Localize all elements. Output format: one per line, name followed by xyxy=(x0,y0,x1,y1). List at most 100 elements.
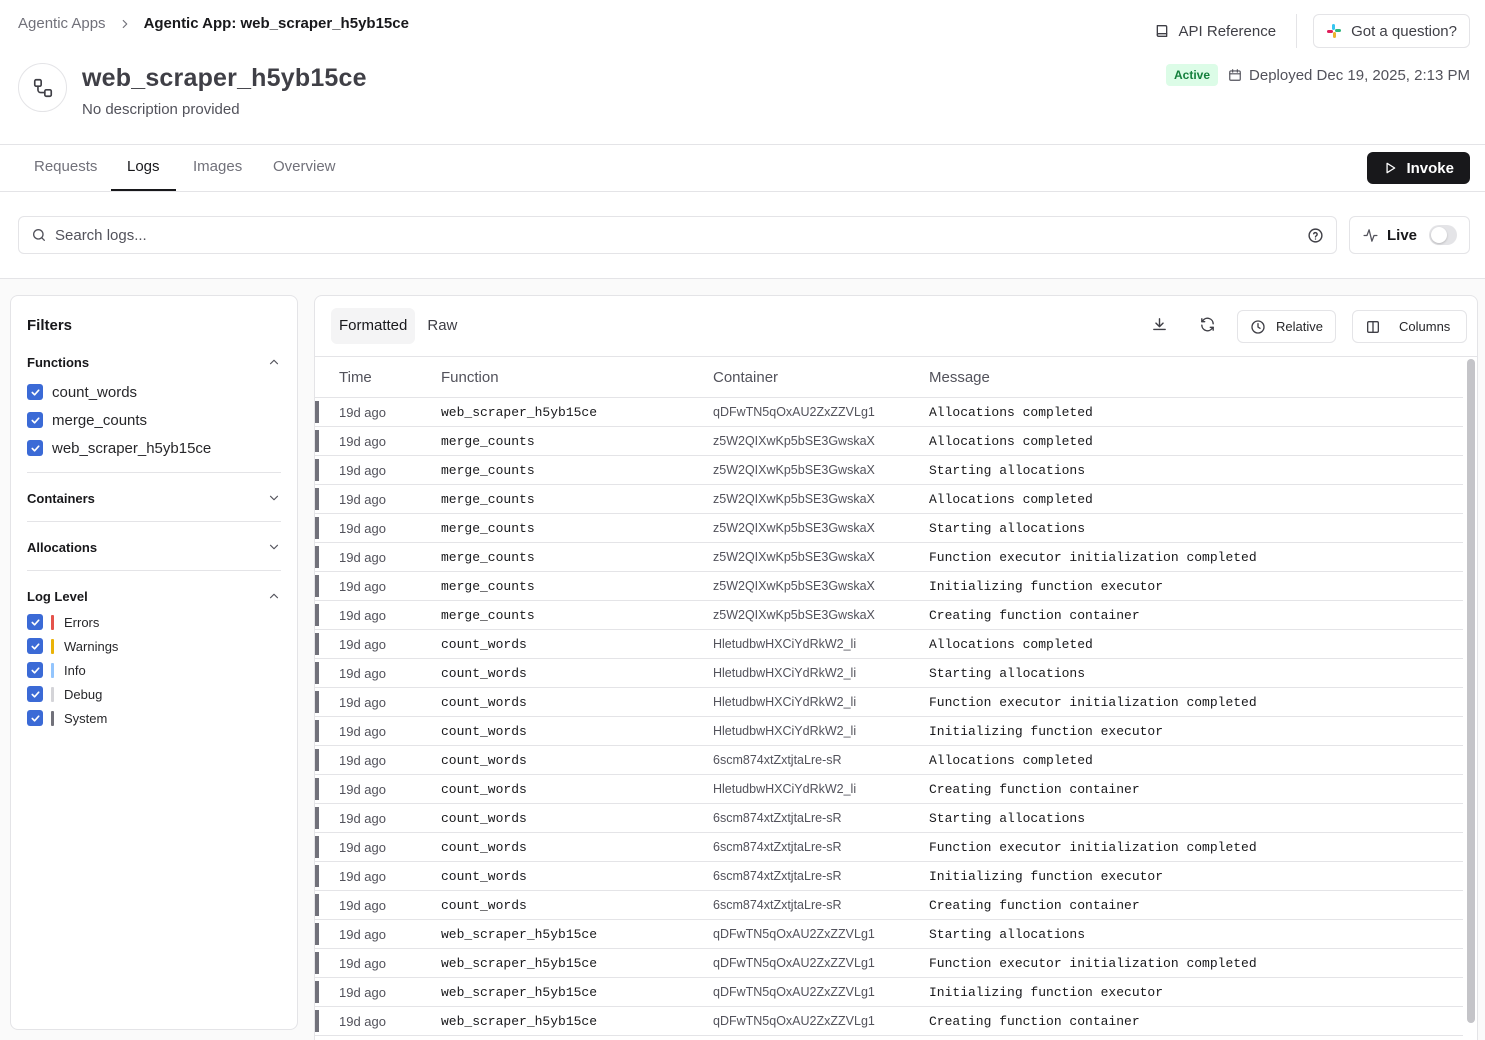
chevron-up-icon xyxy=(267,589,281,603)
log-message: Initializing function executor xyxy=(929,579,1164,594)
log-level-filter-item[interactable]: Info xyxy=(27,658,281,682)
checkbox-checked[interactable] xyxy=(27,686,43,702)
containers-section-header[interactable]: Containers xyxy=(27,488,281,508)
log-level-indicator xyxy=(315,691,319,713)
allocations-section-header[interactable]: Allocations xyxy=(27,537,281,557)
log-level-filter-item[interactable]: Debug xyxy=(27,682,281,706)
tab-logs[interactable]: Logs xyxy=(111,145,176,191)
relative-time-button[interactable]: Relative xyxy=(1237,310,1336,343)
checkbox-checked[interactable] xyxy=(27,638,43,654)
log-level-indicator xyxy=(315,662,319,684)
log-row[interactable]: 19d ago count_words HletudbwHXCiYdRkW2_li I… xyxy=(315,717,1463,746)
log-message: Initializing function executor xyxy=(929,724,1164,739)
refresh-icon[interactable] xyxy=(1199,316,1216,333)
log-message: Starting allocations xyxy=(929,927,1086,942)
log-function: count_words xyxy=(441,637,527,652)
log-container: qDFwTN5qOxAU2ZxZZVLg1 xyxy=(713,1014,875,1028)
log-row[interactable]: 19d ago count_words HletudbwHXCiYdRkW2_li C… xyxy=(315,775,1463,804)
activity-icon xyxy=(1362,227,1379,244)
log-row[interactable]: 19d ago web_scraper_h5yb15ce qDFwTN5qOxAU2… xyxy=(315,978,1463,1007)
log-container: z5W2QIXwKp5bSE3GwskaX xyxy=(713,579,875,593)
functions-section-header[interactable]: Functions xyxy=(27,352,281,372)
columns-button[interactable]: Columns xyxy=(1352,310,1468,343)
log-row[interactable]: 19d ago merge_counts z5W2QIXwKp5bSE3GwskaX… xyxy=(315,572,1463,601)
book-icon xyxy=(1154,23,1170,39)
logs-scrollbar[interactable] xyxy=(1465,357,1477,1040)
log-row[interactable]: 19d ago web_scraper_h5yb15ce qDFwTN5qOxAU2… xyxy=(315,398,1463,427)
log-level-section-header[interactable]: Log Level xyxy=(27,586,281,606)
search-logs-input[interactable] xyxy=(55,226,1299,244)
app-description: No description provided xyxy=(82,101,240,118)
log-level-label: Errors xyxy=(64,614,100,630)
log-container: qDFwTN5qOxAU2ZxZZVLg1 xyxy=(713,927,875,941)
log-row[interactable]: 19d ago merge_counts z5W2QIXwKp5bSE3GwskaX… xyxy=(315,427,1463,456)
checkbox-checked[interactable] xyxy=(27,440,43,456)
log-container: HletudbwHXCiYdRkW2_li xyxy=(713,695,857,709)
log-row[interactable]: 19d ago web_scraper_h5yb15ce qDFwTN5qOxAU2… xyxy=(315,1007,1463,1036)
log-message: Allocations completed xyxy=(929,434,1093,449)
breadcrumb-current: Agentic App: web_scraper_h5yb15ce xyxy=(143,15,409,32)
log-row[interactable]: 19d ago web_scraper_h5yb15ce qDFwTN5qOxAU2… xyxy=(315,920,1463,949)
log-message: Function executor initialization complet… xyxy=(929,695,1257,710)
log-row[interactable]: 19d ago merge_counts z5W2QIXwKp5bSE3GwskaX… xyxy=(315,456,1463,485)
column-header-message[interactable]: Message xyxy=(929,369,990,386)
log-row[interactable]: 19d ago count_words 6scm874xtZxtjtaLre-sR I… xyxy=(315,862,1463,891)
function-filter-item[interactable]: count_words xyxy=(27,378,281,406)
log-row[interactable]: 19d ago web_scraper_h5yb15ce qDFwTN5qOxAU2… xyxy=(315,949,1463,978)
column-header-function[interactable]: Function xyxy=(441,369,499,386)
live-toggle-control[interactable]: Live xyxy=(1349,216,1470,254)
column-header-time[interactable]: Time xyxy=(339,369,372,386)
log-row[interactable]: 19d ago merge_counts z5W2QIXwKp5bSE3GwskaX… xyxy=(315,514,1463,543)
checkbox-checked[interactable] xyxy=(27,384,43,400)
log-row[interactable]: 19d ago merge_counts z5W2QIXwKp5bSE3GwskaX… xyxy=(315,543,1463,572)
checkbox-checked[interactable] xyxy=(27,412,43,428)
tab-requests[interactable]: Requests xyxy=(18,145,113,191)
logs-toolbar: Formatted Raw Relative Columns xyxy=(315,296,1477,357)
got-a-question-button[interactable]: Got a question? xyxy=(1313,14,1470,48)
log-row[interactable]: 19d ago count_words 6scm874xtZxtjtaLre-sR C… xyxy=(315,891,1463,920)
log-container: HletudbwHXCiYdRkW2_li xyxy=(713,782,857,796)
log-message: Starting allocations xyxy=(929,521,1086,536)
log-row[interactable]: 19d ago count_words 6scm874xtZxtjtaLre-sR F… xyxy=(315,833,1463,862)
log-row[interactable]: 19d ago merge_counts z5W2QIXwKp5bSE3GwskaX… xyxy=(315,485,1463,514)
log-row[interactable]: 19d ago count_words HletudbwHXCiYdRkW2_li F… xyxy=(315,688,1463,717)
log-message: Function executor initialization complet… xyxy=(929,550,1257,565)
log-time: 19d ago xyxy=(339,724,386,739)
api-reference-link[interactable]: API Reference xyxy=(1144,14,1298,48)
log-level-indicator xyxy=(315,923,319,945)
allocations-filter-section: Allocations xyxy=(27,537,281,557)
log-level-filter-item[interactable]: Warnings xyxy=(27,634,281,658)
log-level-filter-item[interactable]: Errors xyxy=(27,610,281,634)
breadcrumb-agentic-apps-link[interactable]: Agentic Apps xyxy=(18,15,106,32)
checkbox-checked[interactable] xyxy=(27,710,43,726)
invoke-button[interactable]: Invoke xyxy=(1367,152,1470,184)
function-filter-item[interactable]: web_scraper_h5yb15ce xyxy=(27,434,281,462)
log-function: merge_counts xyxy=(441,608,535,623)
chevron-down-icon xyxy=(267,491,281,505)
log-row[interactable]: 19d ago count_words HletudbwHXCiYdRkW2_li S… xyxy=(315,659,1463,688)
formatted-mode-button[interactable]: Formatted xyxy=(331,308,416,344)
function-filter-item[interactable]: merge_counts xyxy=(27,406,281,434)
log-time: 19d ago xyxy=(339,1014,386,1029)
tab-overview[interactable]: Overview xyxy=(257,145,352,191)
search-box xyxy=(18,216,1337,254)
log-row[interactable]: 19d ago count_words 6scm874xtZxtjtaLre-sR A… xyxy=(315,746,1463,775)
log-level-filter-item[interactable]: System xyxy=(27,706,281,730)
download-icon[interactable] xyxy=(1151,316,1168,333)
column-header-container[interactable]: Container xyxy=(713,369,778,386)
checkbox-checked[interactable] xyxy=(27,614,43,630)
log-container: z5W2QIXwKp5bSE3GwskaX xyxy=(713,550,875,564)
functions-section-title: Functions xyxy=(27,354,90,370)
search-icon xyxy=(31,227,47,243)
log-row[interactable]: 19d ago merge_counts z5W2QIXwKp5bSE3GwskaX… xyxy=(315,601,1463,630)
raw-mode-button[interactable]: Raw xyxy=(419,308,465,344)
checkbox-checked[interactable] xyxy=(27,662,43,678)
tab-images[interactable]: Images xyxy=(177,145,258,191)
help-circle-icon[interactable] xyxy=(1307,227,1324,244)
live-toggle-switch[interactable] xyxy=(1429,225,1457,245)
log-row[interactable]: 19d ago count_words HletudbwHXCiYdRkW2_li A… xyxy=(315,630,1463,659)
logs-scrollbar-thumb[interactable] xyxy=(1467,359,1475,1023)
allocations-section-title: Allocations xyxy=(27,539,98,555)
log-row[interactable]: 19d ago count_words 6scm874xtZxtjtaLre-sR S… xyxy=(315,804,1463,833)
log-message: Allocations completed xyxy=(929,753,1093,768)
